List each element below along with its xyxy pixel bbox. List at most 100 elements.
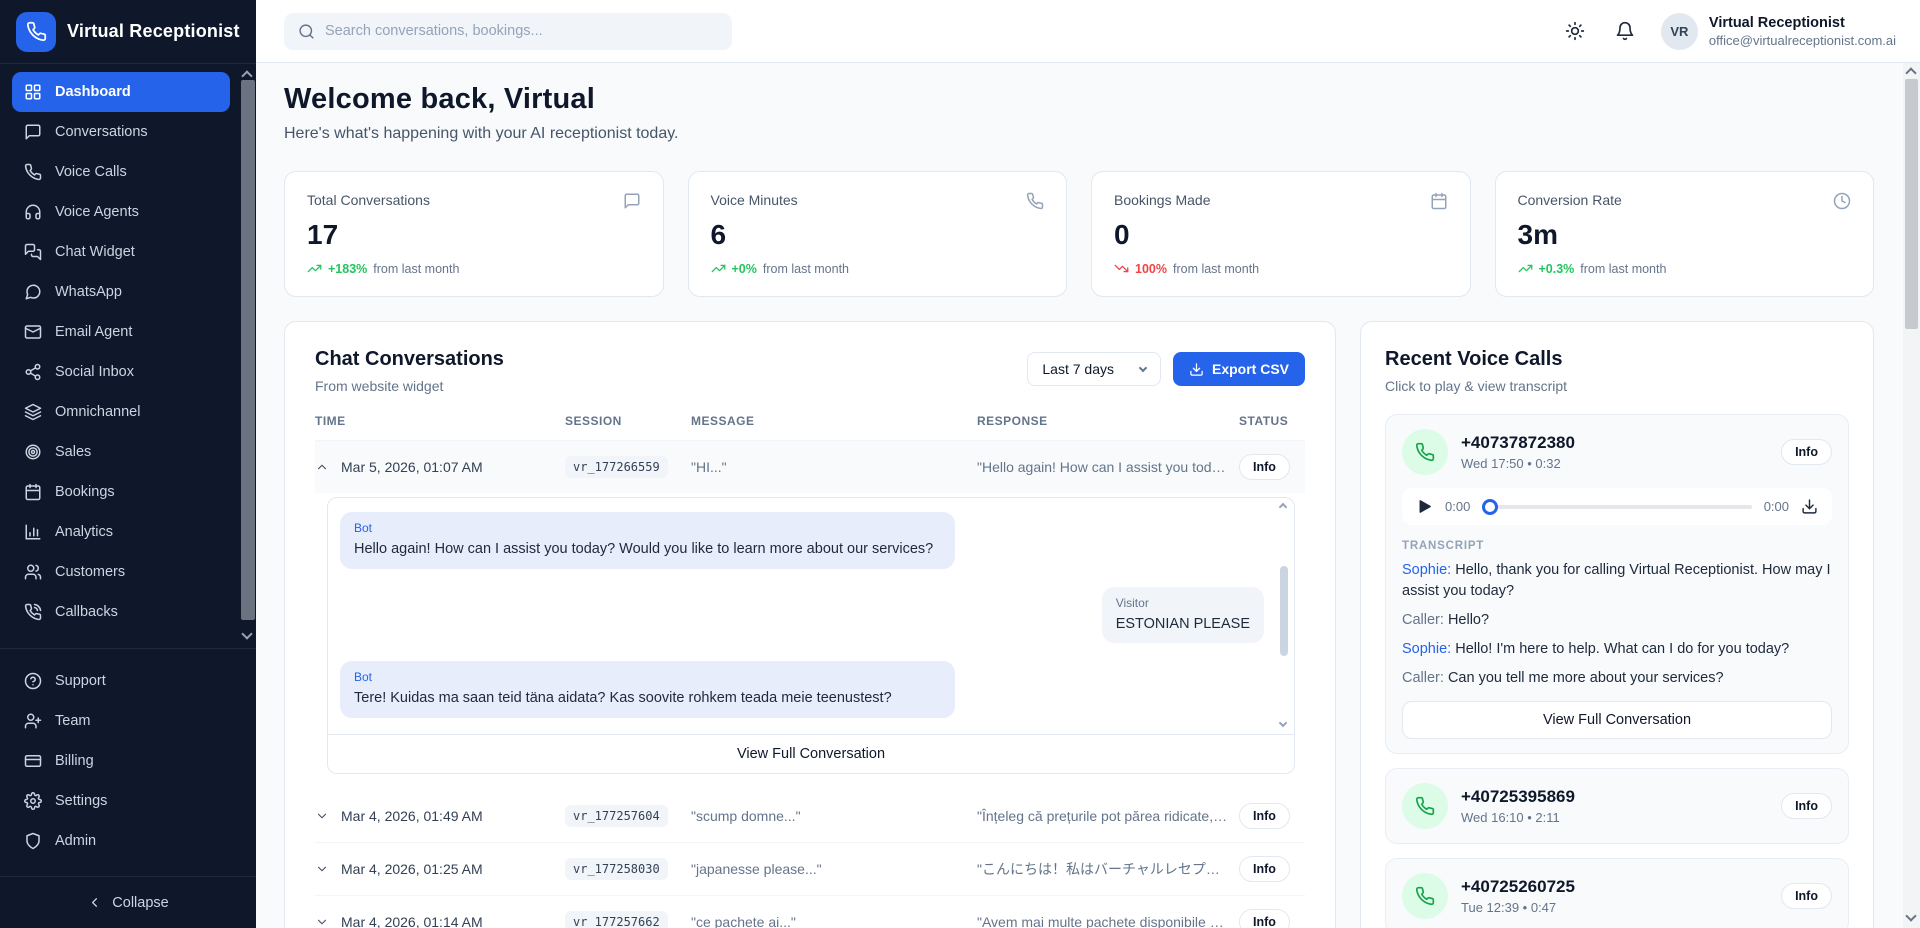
calendar-icon: [24, 483, 42, 501]
table-row[interactable]: Mar 4, 2026, 01:49 AM vr_177257604 "scum…: [315, 790, 1305, 843]
conversation-scrollbar[interactable]: [1278, 502, 1290, 730]
voice-panel-subtitle: Click to play & view transcript: [1385, 378, 1849, 394]
message-circle-icon: [24, 283, 42, 301]
notifications-button[interactable]: [1611, 17, 1639, 45]
sidebar-item-chat-widget[interactable]: Chat Widget: [12, 232, 230, 272]
stat-change-value: +0.3%: [1539, 262, 1575, 276]
chevron-down-icon[interactable]: [315, 915, 341, 928]
sidebar-nav: Dashboard Conversations Voice Calls Voic…: [0, 64, 256, 648]
call-number: +40725260725: [1461, 877, 1575, 897]
trending-up-icon: [1518, 261, 1533, 276]
stat-card-voice-minutes: Voice Minutes 6 +0% from last month: [688, 171, 1068, 297]
sidebar-item-bookings[interactable]: Bookings: [12, 472, 230, 512]
info-button[interactable]: Info: [1239, 909, 1290, 928]
sidebar-secondary-nav: Support Team Billing Settings Admin: [0, 648, 256, 869]
voice-panel-title: Recent Voice Calls: [1385, 348, 1849, 371]
chat-panel-subtitle: From website widget: [315, 378, 504, 394]
bot-message-bubble: Bot Tere! Kuidas ma saan teid täna aidat…: [340, 661, 955, 718]
phone-icon: [1026, 192, 1044, 210]
scroll-down-icon[interactable]: [1279, 718, 1287, 726]
sidebar-item-billing[interactable]: Billing: [12, 741, 230, 781]
gear-icon: [24, 792, 42, 810]
sun-icon: [1565, 21, 1585, 41]
search-input[interactable]: [325, 23, 718, 39]
page-scrollbar-thumb[interactable]: [1905, 79, 1918, 329]
message-square-icon: [623, 192, 641, 210]
scroll-up-icon[interactable]: [1279, 503, 1287, 511]
transcript-line: Sophie: Hello! I'm here to help. What ca…: [1402, 639, 1832, 660]
voice-call-card[interactable]: +40737872380 Wed 17:50 • 0:32 Info 0:00: [1385, 414, 1849, 754]
headphones-icon: [24, 203, 42, 221]
sidebar-item-settings[interactable]: Settings: [12, 781, 230, 821]
stat-change-value: 100%: [1135, 262, 1167, 276]
user-plus-icon: [24, 712, 42, 730]
play-icon[interactable]: [1416, 498, 1433, 515]
user-meta: Virtual Receptionist office@virtualrecep…: [1709, 15, 1896, 48]
voice-call-card[interactable]: +40725395869 Wed 16:10 • 2:11 Info: [1385, 768, 1849, 844]
sidebar-item-customers[interactable]: Customers: [12, 552, 230, 592]
share-icon: [24, 363, 42, 381]
audio-player: 0:00 0:00: [1402, 488, 1832, 525]
sidebar-item-admin[interactable]: Admin: [12, 821, 230, 861]
sidebar-item-callbacks[interactable]: Callbacks: [12, 592, 230, 632]
player-total-time: 0:00: [1764, 499, 1789, 514]
chevron-down-icon: [1139, 363, 1147, 371]
table-row[interactable]: Mar 4, 2026, 01:25 AM vr_177258030 "japa…: [315, 843, 1305, 896]
sidebar-item-analytics[interactable]: Analytics: [12, 512, 230, 552]
table-row[interactable]: Mar 4, 2026, 01:14 AM vr_177257662 "ce p…: [315, 896, 1305, 928]
player-seek-slider[interactable]: [1482, 499, 1751, 515]
slider-handle[interactable]: [1482, 499, 1498, 515]
sidebar-item-dashboard[interactable]: Dashboard: [12, 72, 230, 112]
info-button[interactable]: Info: [1781, 883, 1832, 909]
sidebar-item-voice-calls[interactable]: Voice Calls: [12, 152, 230, 192]
brand-phone-icon: [16, 12, 56, 52]
view-full-conversation-button[interactable]: View Full Conversation: [328, 734, 1294, 773]
export-csv-button[interactable]: Export CSV: [1173, 352, 1305, 386]
chevron-down-icon[interactable]: [315, 862, 341, 876]
theme-toggle-button[interactable]: [1561, 17, 1589, 45]
sidebar-item-social-inbox[interactable]: Social Inbox: [12, 352, 230, 392]
sidebar-item-voice-agents[interactable]: Voice Agents: [12, 192, 230, 232]
info-button[interactable]: Info: [1239, 803, 1290, 829]
chevron-down-icon[interactable]: [315, 809, 341, 823]
user-menu[interactable]: VR Virtual Receptionist office@virtualre…: [1661, 13, 1896, 50]
mail-icon: [24, 323, 42, 341]
sidebar-item-email-agent[interactable]: Email Agent: [12, 312, 230, 352]
sidebar-scrollbar-thumb[interactable]: [241, 80, 255, 620]
stat-label: Voice Minutes: [711, 192, 798, 208]
sidebar-item-sales[interactable]: Sales: [12, 432, 230, 472]
info-button[interactable]: Info: [1239, 856, 1290, 882]
page-scrollbar[interactable]: [1903, 63, 1920, 928]
info-button[interactable]: Info: [1239, 454, 1290, 480]
sidebar-scrollbar[interactable]: [240, 64, 256, 648]
voice-call-card[interactable]: +40725260725 Tue 12:39 • 0:47 Info: [1385, 858, 1849, 928]
search-box[interactable]: [284, 13, 732, 50]
info-button[interactable]: Info: [1781, 439, 1832, 465]
shield-icon: [24, 832, 42, 850]
expanded-conversation: Bot Hello again! How can I assist you to…: [327, 497, 1295, 774]
chat-conversations-panel: Chat Conversations From website widget L…: [284, 321, 1336, 928]
scroll-up-icon[interactable]: [1905, 67, 1916, 78]
scroll-down-icon[interactable]: [1905, 910, 1916, 921]
chevron-up-icon[interactable]: [315, 460, 341, 474]
page-title: Welcome back, Virtual: [284, 83, 1874, 116]
sidebar-collapse-button[interactable]: Collapse: [0, 876, 256, 928]
stat-change-suffix: from last month: [1580, 262, 1666, 276]
date-range-select[interactable]: Last 7 days: [1027, 352, 1161, 386]
sidebar-item-omnichannel[interactable]: Omnichannel: [12, 392, 230, 432]
sidebar-item-support[interactable]: Support: [12, 661, 230, 701]
users-icon: [24, 563, 42, 581]
conversation-scrollbar-thumb[interactable]: [1280, 566, 1288, 656]
bell-icon: [1615, 21, 1635, 41]
scroll-down-icon[interactable]: [241, 628, 252, 639]
sidebar-item-team[interactable]: Team: [12, 701, 230, 741]
view-full-conversation-button[interactable]: View Full Conversation: [1402, 701, 1832, 739]
download-icon[interactable]: [1801, 498, 1818, 515]
sidebar-item-conversations[interactable]: Conversations: [12, 112, 230, 152]
table-row[interactable]: Mar 5, 2026, 01:07 AM vr_177266559 "HI..…: [315, 441, 1305, 493]
info-button[interactable]: Info: [1781, 793, 1832, 819]
app-root: Virtual Receptionist Dashboard Conversat…: [0, 0, 1920, 928]
sidebar-item-whatsapp[interactable]: WhatsApp: [12, 272, 230, 312]
trending-up-icon: [711, 261, 726, 276]
stat-change-suffix: from last month: [1173, 262, 1259, 276]
